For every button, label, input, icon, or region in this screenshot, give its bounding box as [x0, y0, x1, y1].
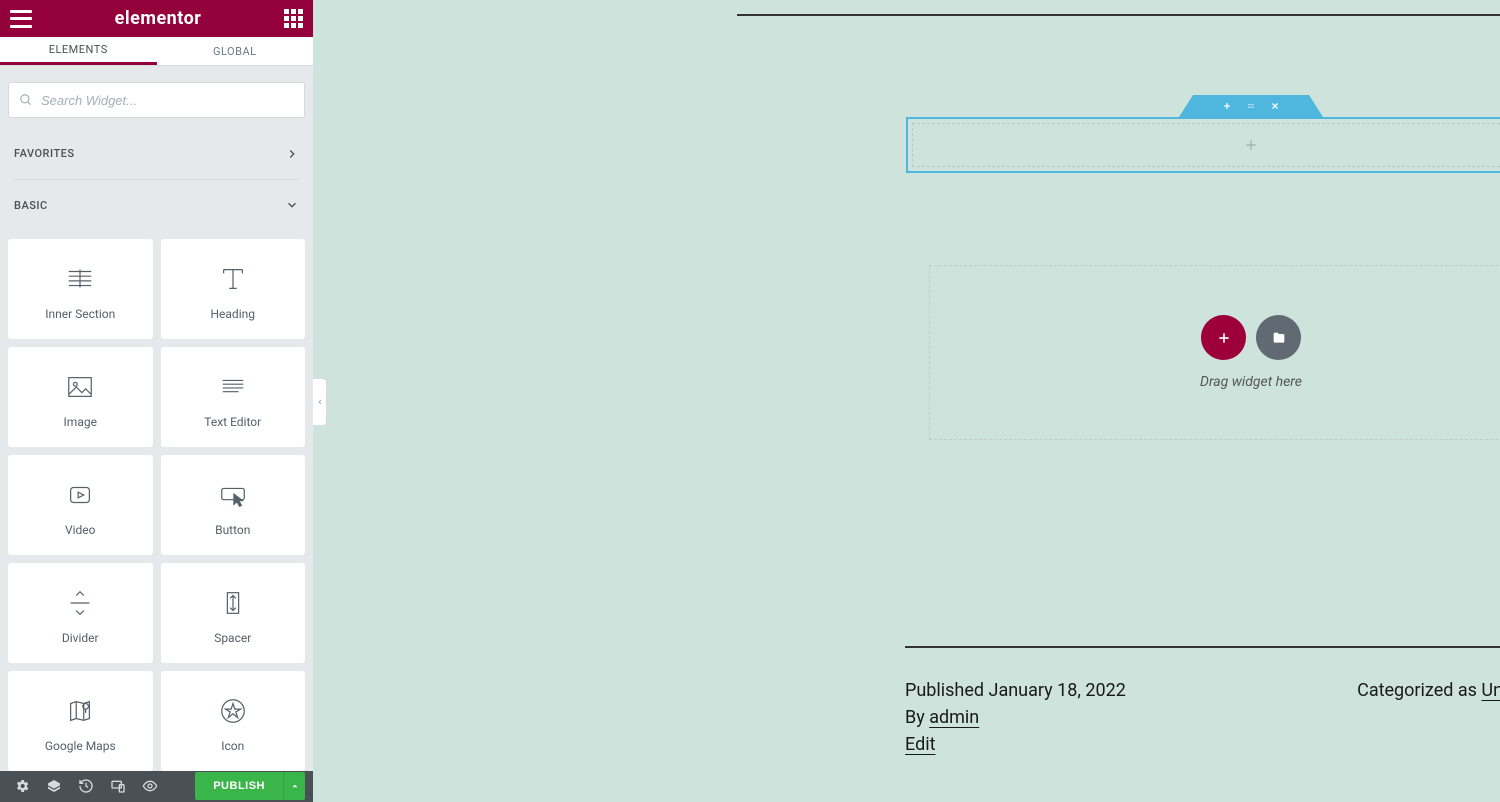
search-input[interactable] [41, 93, 294, 108]
widget-label: Text Editor [204, 415, 261, 429]
widget-icon[interactable]: Icon [161, 671, 306, 771]
section-favorites[interactable]: FAVORITES [0, 136, 313, 171]
search-area [0, 66, 313, 136]
publish-button[interactable]: PUBLISH [195, 772, 283, 800]
widget-label: Heading [210, 307, 255, 321]
logo: elementor [115, 8, 202, 29]
panel-header: elementor [0, 0, 313, 37]
template-library-button[interactable] [1256, 315, 1301, 360]
widget-heading[interactable]: Heading [161, 239, 306, 339]
widget-image[interactable]: Image [8, 347, 153, 447]
drag-icon[interactable] [1246, 101, 1256, 111]
chevron-down-icon [285, 198, 299, 212]
maps-icon [65, 696, 95, 726]
image-icon [65, 372, 95, 402]
widget-text-editor[interactable]: Text Editor [161, 347, 306, 447]
widget-label: Image [64, 415, 97, 429]
author-link[interactable]: admin [929, 707, 979, 728]
section-favorites-label: FAVORITES [14, 147, 75, 160]
section-basic-label: BASIC [14, 199, 48, 212]
collapse-panel-button[interactable] [313, 378, 327, 426]
widget-label: Google Maps [45, 739, 116, 753]
chevron-right-icon [285, 147, 299, 161]
navigator-button[interactable] [40, 772, 68, 800]
post-meta: Published January 18, 2022 By admin Edit… [905, 646, 1500, 755]
apps-button[interactable] [284, 9, 303, 28]
widget-divider[interactable]: Divider [8, 563, 153, 663]
widget-label: Spacer [214, 631, 251, 645]
tab-elements[interactable]: ELEMENTS [0, 37, 157, 65]
widget-label: Inner Section [45, 307, 115, 321]
responsive-button[interactable] [104, 772, 132, 800]
plus-icon[interactable] [1243, 137, 1259, 153]
section-handle[interactable] [1193, 95, 1309, 117]
plus-icon[interactable] [1222, 101, 1232, 111]
preview-button[interactable] [136, 772, 164, 800]
history-button[interactable] [72, 772, 100, 800]
edit-link[interactable]: Edit [905, 734, 935, 755]
panel-tabs: ELEMENTS GLOBAL [0, 37, 313, 66]
author-line: By admin [905, 707, 1126, 728]
meta-rule [905, 646, 1500, 648]
category-link[interactable]: Uncategorized [1481, 680, 1500, 701]
button-icon [218, 480, 248, 510]
search-icon [19, 93, 33, 107]
widget-inner-section[interactable]: Inner Section [8, 239, 153, 339]
widget-button[interactable]: Button [161, 455, 306, 555]
selected-section[interactable] [906, 117, 1500, 173]
heading-icon [218, 264, 248, 294]
tab-global[interactable]: GLOBAL [157, 37, 314, 65]
widget-spacer[interactable]: Spacer [161, 563, 306, 663]
settings-button[interactable] [8, 772, 36, 800]
icon-icon [218, 696, 248, 726]
top-rule [737, 14, 1500, 16]
widget-label: Icon [221, 739, 244, 753]
menu-button[interactable] [10, 10, 32, 28]
widget-google-maps[interactable]: Google Maps [8, 671, 153, 771]
text-editor-icon [218, 372, 248, 402]
widget-video[interactable]: Video [8, 455, 153, 555]
add-section-button[interactable] [1201, 315, 1246, 360]
divider [14, 179, 299, 180]
spacer-icon [218, 588, 248, 618]
inner-section-icon [65, 264, 95, 294]
category-line: Categorized as Uncategorized [1357, 680, 1500, 755]
dropzone[interactable]: Drag widget here [929, 265, 1500, 440]
dropzone-text: Drag widget here [1200, 374, 1302, 390]
section-basic[interactable]: BASIC [0, 188, 313, 223]
divider-icon [65, 588, 95, 618]
panel-footer: PUBLISH [0, 771, 313, 802]
widget-label: Button [215, 523, 250, 537]
publish-options-button[interactable] [283, 772, 305, 800]
close-icon[interactable] [1270, 101, 1280, 111]
video-icon [65, 480, 95, 510]
published-line: Published January 18, 2022 [905, 680, 1126, 701]
canvas[interactable]: Drag widget here Published January 18, 2… [313, 0, 1500, 802]
widget-label: Divider [62, 631, 99, 645]
widget-label: Video [65, 523, 96, 537]
